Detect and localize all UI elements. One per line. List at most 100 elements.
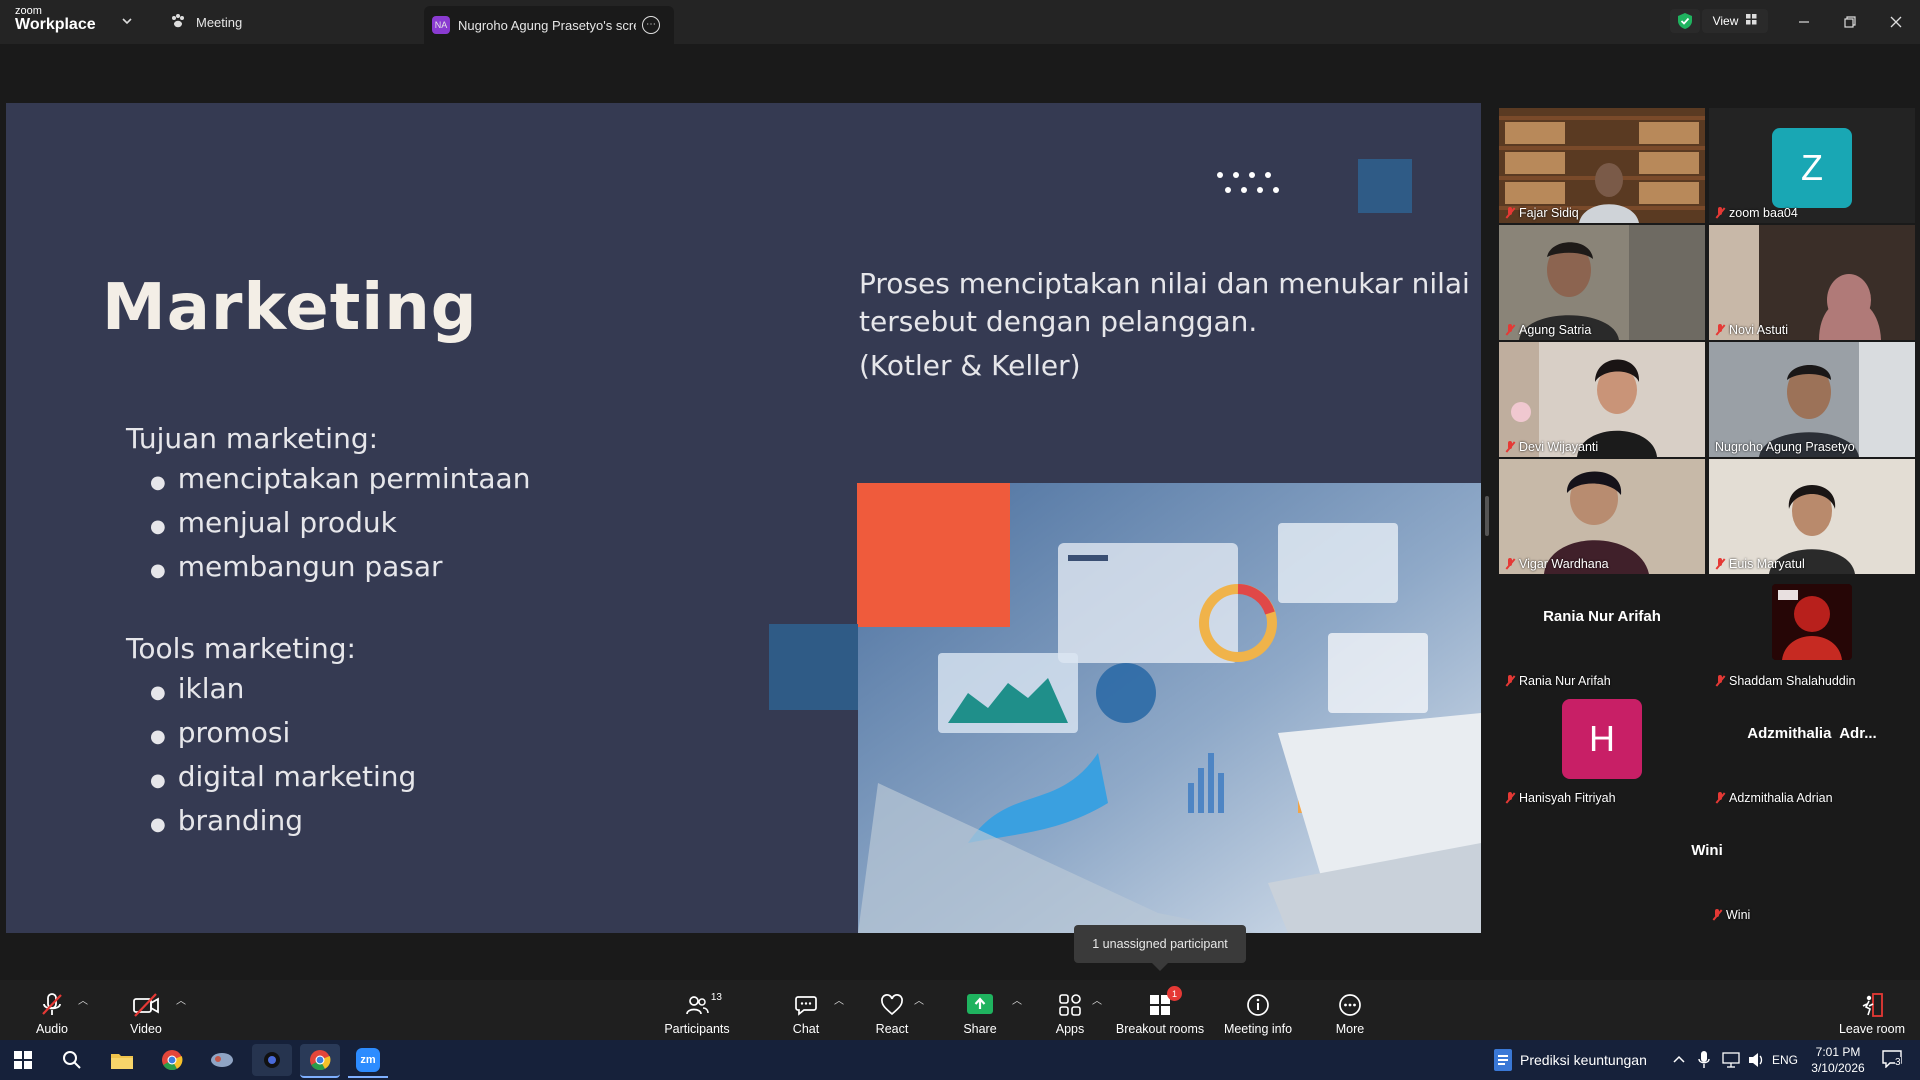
restore-button[interactable] [1830, 8, 1870, 36]
chrome-active-icon[interactable] [300, 1044, 340, 1078]
breakout-tooltip: 1 unassigned participant [1074, 925, 1246, 963]
mic-muted-icon [1712, 909, 1722, 921]
participant-name: Wini [1712, 908, 1750, 922]
shared-screen-slide: Marketing Proses menciptakan nilai dan m… [6, 103, 1481, 933]
meeting-info-button[interactable]: Meeting info [1222, 986, 1294, 1036]
video-options-caret[interactable]: ︿ [176, 992, 186, 1007]
share-label: Share [963, 1022, 997, 1036]
zoom-taskbar-icon[interactable]: zm [348, 1044, 388, 1078]
participant-tile[interactable]: H Hanisyah Fitriyah [1499, 693, 1705, 808]
more-options-icon[interactable]: ⋯ [642, 16, 660, 34]
language-indicator[interactable]: ENG [1772, 1053, 1798, 1067]
view-button[interactable]: View [1702, 9, 1768, 33]
more-button[interactable]: More [1330, 986, 1370, 1036]
volume-icon[interactable] [1748, 1052, 1766, 1073]
breakout-rooms-icon: 1 [1146, 986, 1182, 1018]
participant-tile-active-speaker[interactable]: Nugroho Agung Prasetyo [1709, 342, 1915, 457]
participant-tile[interactable]: Euis Maryatul [1709, 459, 1915, 574]
participant-center-label: Rania Nur Arifah [1543, 608, 1661, 625]
chrome-icon[interactable] [152, 1044, 192, 1076]
microphone-tray-icon[interactable] [1698, 1051, 1710, 1074]
list-item: ● menciptakan permintaan [150, 462, 531, 495]
apps-icon [1056, 992, 1084, 1018]
mic-muted-icon [1505, 207, 1515, 219]
decorative-blue-square [1358, 159, 1412, 213]
search-icon[interactable] [52, 1044, 92, 1076]
close-button[interactable] [1876, 8, 1916, 36]
participant-tile[interactable]: Devi Wijayanti [1499, 342, 1705, 457]
more-label: More [1335, 1022, 1365, 1036]
slide-title: Marketing [102, 271, 478, 345]
share-options-caret[interactable]: ︿ [1012, 992, 1022, 1007]
chat-options-caret[interactable]: ︿ [834, 992, 844, 1007]
participant-tile[interactable]: Rania Nur Arifah Rania Nur Arifah [1499, 576, 1705, 691]
camera-app-icon[interactable] [252, 1044, 292, 1076]
participants-icon: 13 [672, 992, 722, 1018]
notification-icon[interactable]: 3 [1882, 1050, 1902, 1073]
meeting-info-label: Meeting info [1223, 1022, 1293, 1036]
tab-screen-share-label: Nugroho Agung Prasetyo's screen [458, 17, 636, 33]
participant-tile[interactable]: Adzmithalia Adr... Adzmithalia Adrian [1709, 693, 1915, 808]
chat-button[interactable]: Chat [786, 986, 826, 1036]
participant-tile[interactable]: Shaddam Shalahuddin [1709, 576, 1915, 691]
participant-tile[interactable]: Novi Astuti [1709, 225, 1915, 340]
tray-chevron-icon[interactable] [1672, 1052, 1686, 1071]
list-item: ● digital marketing [150, 760, 417, 793]
tooltip-arrow [1152, 963, 1168, 971]
leave-icon [1858, 992, 1886, 1018]
leave-room-button[interactable]: Leave room [1838, 986, 1906, 1036]
slide-bullets: Tujuan marketing: ● menciptakan permintaa… [126, 419, 530, 845]
network-icon[interactable] [1722, 1052, 1740, 1073]
marketing-dashboard-image [858, 483, 1481, 933]
participant-name: Fajar Sidiq [1505, 206, 1579, 220]
heart-icon [878, 992, 906, 1018]
apps-options-caret[interactable]: ︿ [1092, 992, 1102, 1007]
zoom-logo: zoom Workplace [15, 6, 96, 33]
audio-button[interactable]: Audio [30, 986, 74, 1036]
decorative-dots [1210, 169, 1300, 204]
avatar: H [1562, 699, 1642, 779]
participants-button[interactable]: 13 Participants [660, 986, 734, 1036]
chevron-down-icon[interactable] [120, 14, 134, 28]
apps-label: Apps [1055, 1022, 1085, 1036]
react-options-caret[interactable]: ︿ [914, 992, 924, 1007]
mic-muted-icon [1715, 792, 1725, 804]
apps-button[interactable]: Apps [1050, 986, 1090, 1036]
participant-tile[interactable]: Fajar Sidiq [1499, 108, 1705, 223]
video-button[interactable]: Video [124, 986, 168, 1036]
share-button[interactable]: Share [960, 986, 1000, 1036]
minimize-button[interactable] [1784, 8, 1824, 36]
participant-name: Adzmithalia Adrian [1715, 791, 1833, 805]
definition-line-1: Proses menciptakan nilai dan menukar nil… [859, 267, 1470, 300]
mic-muted-icon [1505, 558, 1515, 570]
avatar: Z [1772, 128, 1852, 208]
video-label: Video [130, 1022, 162, 1036]
clock[interactable]: 7:01 PM 3/10/2026 [1800, 1044, 1876, 1076]
windows-start-icon[interactable] [3, 1044, 43, 1076]
mic-muted-icon [1715, 324, 1725, 336]
taskbar-app-excel[interactable]: Prediksi keuntungan [1494, 1046, 1647, 1074]
gallery-resize-handle[interactable] [1485, 496, 1489, 536]
breakout-rooms-button[interactable]: 1 Breakout rooms [1114, 986, 1206, 1036]
app-icon[interactable] [202, 1044, 242, 1076]
list-item: ● iklan [150, 672, 245, 705]
participant-tile[interactable]: Wini Wini [1604, 810, 1810, 925]
mic-muted-icon [1505, 792, 1515, 804]
title-bar: zoom Workplace Meeting NA Nugroho Agung … [0, 0, 1920, 44]
tab-meeting[interactable]: Meeting [170, 6, 242, 38]
definition-text: Proses menciptakan nilai dan menukar nil… [859, 265, 1470, 385]
mic-muted-icon [1505, 675, 1515, 687]
participant-tile[interactable]: Agung Satria [1499, 225, 1705, 340]
participant-tile[interactable]: Vigar Wardhana [1499, 459, 1705, 574]
participant-name: Hanisyah Fitriyah [1505, 791, 1616, 805]
audio-options-caret[interactable]: ︿ [78, 992, 88, 1007]
participant-name: Euis Maryatul [1715, 557, 1805, 571]
participant-center-label: Wini [1691, 842, 1723, 859]
tab-screen-share[interactable]: NA Nugroho Agung Prasetyo's screen ⋯ [424, 6, 674, 44]
react-button[interactable]: React [872, 986, 912, 1036]
security-shield-icon[interactable] [1670, 9, 1700, 33]
windows-taskbar: zm Prediksi keuntungan ENG 7:01 PM 3/10/… [0, 1040, 1920, 1080]
participant-tile[interactable]: Z zoom baa04 [1709, 108, 1915, 223]
section1-heading: Tujuan marketing: [126, 422, 379, 455]
file-explorer-icon[interactable] [102, 1044, 142, 1076]
